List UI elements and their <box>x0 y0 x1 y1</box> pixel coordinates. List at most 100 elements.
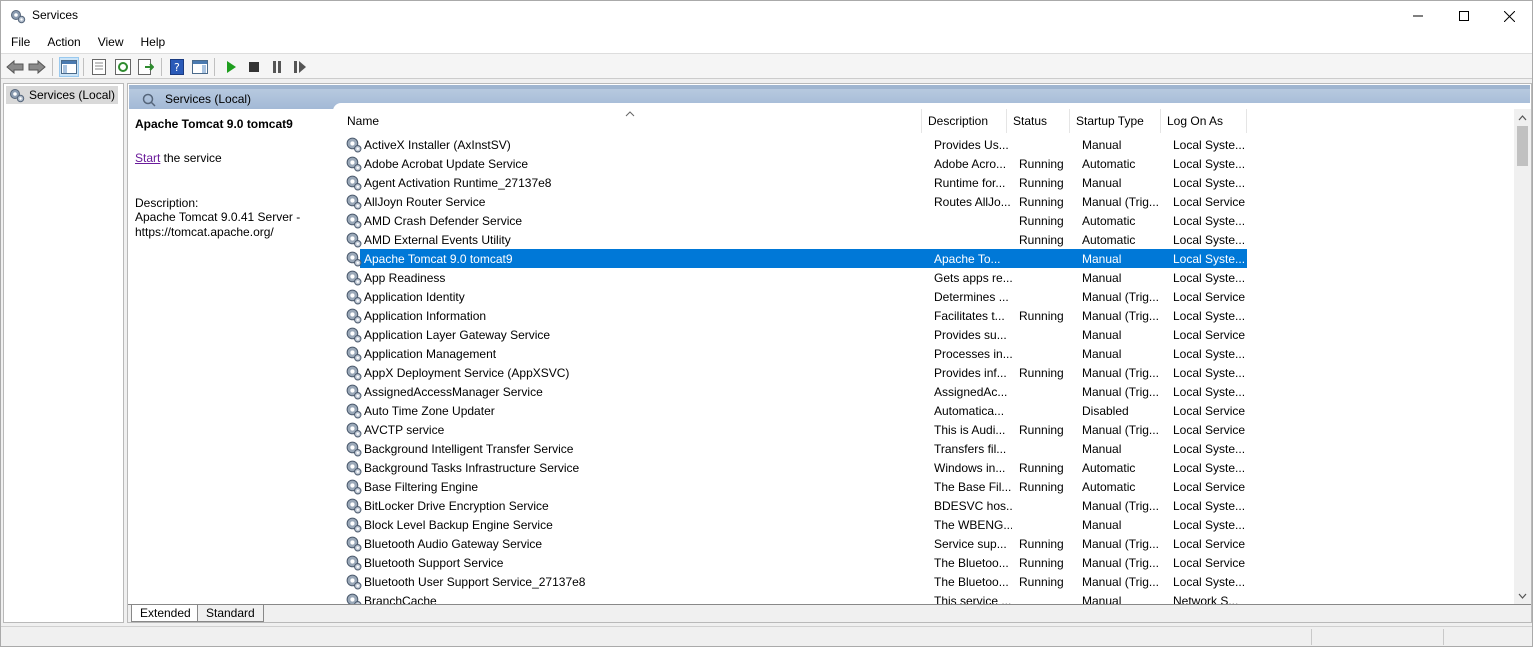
service-gear-icon <box>346 498 362 514</box>
table-row[interactable]: Block Level Backup Engine Service The WBE… <box>340 515 1515 534</box>
service-description: Automatica... <box>934 404 1005 418</box>
minimize-icon <box>1413 15 1423 17</box>
service-startup-type: Disabled <box>1082 404 1129 418</box>
forward-button[interactable] <box>27 57 47 77</box>
refresh-button[interactable] <box>113 57 133 77</box>
column-header-log-on-as[interactable]: Log On As <box>1161 109 1247 133</box>
column-header-startup-type[interactable]: Startup Type <box>1070 109 1161 133</box>
title-bar: Services <box>1 1 1532 31</box>
search-gear-icon <box>142 93 156 107</box>
service-startup-type: Automatic <box>1082 157 1136 171</box>
table-row[interactable]: Bluetooth Support Service The Bluetoo... R… <box>340 553 1515 572</box>
vertical-scrollbar[interactable] <box>1514 109 1531 604</box>
table-row[interactable]: Adobe Acrobat Update Service Adobe Acro..… <box>340 154 1515 173</box>
table-row[interactable]: BitLocker Drive Encryption Service BDESVC… <box>340 496 1515 515</box>
scrollbar-thumb[interactable] <box>1517 126 1528 166</box>
service-gear-icon <box>346 574 362 590</box>
minimize-button[interactable] <box>1395 1 1441 31</box>
properties-button[interactable] <box>89 57 109 77</box>
column-header-description[interactable]: Description <box>922 109 1007 133</box>
service-name: AssignedAccessManager Service <box>364 385 543 399</box>
service-name: Application Identity <box>364 290 465 304</box>
service-description: Transfers fil... <box>934 442 1007 456</box>
service-startup-type: Automatic <box>1082 480 1136 494</box>
service-name: Auto Time Zone Updater <box>364 404 495 418</box>
service-gear-icon <box>346 536 362 552</box>
service-gear-icon <box>346 479 362 495</box>
table-row[interactable]: AMD Crash Defender Service Running Automat… <box>340 211 1515 230</box>
service-description: This is Audi... <box>934 423 1006 437</box>
table-row[interactable]: App Readiness Gets apps re... Manual Local … <box>340 268 1515 287</box>
close-icon <box>1503 10 1515 22</box>
menu-file[interactable]: File <box>1 35 37 49</box>
back-arrow-icon <box>6 60 24 74</box>
service-gear-icon <box>346 441 362 457</box>
maximize-button[interactable] <box>1441 1 1487 31</box>
column-header-name[interactable]: Name <box>340 109 922 133</box>
table-row[interactable]: Background Intelligent Transfer Service T… <box>340 439 1515 458</box>
table-row-selected[interactable]: Apache Tomcat 9.0 tomcat9 Apache To... Man… <box>340 249 1515 268</box>
service-name: Application Layer Gateway Service <box>364 328 551 342</box>
service-description: Apache To... <box>934 252 1001 266</box>
table-row[interactable]: Application Layer Gateway Service Provide… <box>340 325 1515 344</box>
service-startup-type: Automatic <box>1082 214 1136 228</box>
start-service-suffix: the service <box>160 151 222 165</box>
services-list[interactable]: Name Description Status Startup Type Log… <box>340 109 1515 604</box>
table-row[interactable]: Auto Time Zone Updater Automatica... Disab… <box>340 401 1515 420</box>
back-button[interactable] <box>5 57 25 77</box>
service-startup-type: Manual <box>1082 347 1122 361</box>
table-row[interactable]: Bluetooth Audio Gateway Service Service s… <box>340 534 1515 553</box>
service-gear-icon <box>346 308 362 324</box>
pause-icon <box>273 61 281 73</box>
menu-action[interactable]: Action <box>37 35 87 49</box>
service-status: Running <box>1019 575 1064 589</box>
table-row[interactable]: Application Management Processes in... Man… <box>340 344 1515 363</box>
service-startup-type: Manual (Trig... <box>1082 290 1159 304</box>
close-button[interactable] <box>1486 1 1532 31</box>
table-row[interactable]: AVCTP service This is Audi... Running Manua… <box>340 420 1515 439</box>
help-button[interactable]: ? <box>167 57 187 77</box>
service-status: Running <box>1019 176 1064 190</box>
table-row[interactable]: AMD External Events Utility Running Automa… <box>340 230 1515 249</box>
export-list-button[interactable] <box>136 57 156 77</box>
menu-help[interactable]: Help <box>131 35 173 49</box>
service-status: Running <box>1019 214 1064 228</box>
table-row[interactable]: BranchCache This service ... Manual Network… <box>340 591 1515 604</box>
stop-icon <box>249 62 259 72</box>
tab-extended[interactable]: Extended <box>131 605 200 622</box>
table-row[interactable]: Base Filtering Engine The Base Fil... Runn… <box>340 477 1515 496</box>
table-row[interactable]: Agent Activation Runtime_27137e8 Runtime … <box>340 173 1515 192</box>
table-row[interactable]: Background Tasks Infrastructure Service W… <box>340 458 1515 477</box>
service-gear-icon <box>346 403 362 419</box>
table-row[interactable]: AppX Deployment Service (AppXSVC) Provide… <box>340 363 1515 382</box>
tree-item-services-local[interactable]: Services (Local) <box>6 86 119 104</box>
show-hide-console-tree-button[interactable] <box>59 57 79 77</box>
table-row[interactable]: Application Identity Determines ... Manual… <box>340 287 1515 306</box>
pane-title: Services (Local) <box>165 92 252 106</box>
status-divider <box>1311 629 1312 645</box>
column-header-status[interactable]: Status <box>1007 109 1070 133</box>
service-startup-type: Manual (Trig... <box>1082 423 1159 437</box>
service-startup-type: Manual <box>1082 518 1122 532</box>
pause-service-button[interactable] <box>267 57 287 77</box>
service-log-on-as: Local Syste... <box>1173 214 1246 228</box>
service-status: Running <box>1019 461 1064 475</box>
menu-view[interactable]: View <box>88 35 131 49</box>
table-row[interactable]: Bluetooth User Support Service_27137e8 Th… <box>340 572 1515 591</box>
start-service-button[interactable] <box>221 57 241 77</box>
show-action-pane-button[interactable] <box>190 57 210 77</box>
table-row[interactable]: AssignedAccessManager Service AssignedAc.… <box>340 382 1515 401</box>
service-name: ActiveX Installer (AxInstSV) <box>364 138 511 152</box>
services-window: Services File Action View Help ? Service… <box>0 0 1533 647</box>
table-row[interactable]: ActiveX Installer (AxInstSV) Provides Us.… <box>340 135 1515 154</box>
toolbar-separator <box>161 58 162 76</box>
stop-service-button[interactable] <box>244 57 264 77</box>
service-name: Apache Tomcat 9.0 tomcat9 <box>364 252 513 266</box>
tab-standard[interactable]: Standard <box>197 605 264 622</box>
start-service-link[interactable]: Start <box>135 151 160 165</box>
restart-service-button[interactable] <box>290 57 310 77</box>
table-row[interactable]: Application Information Facilitates t... R… <box>340 306 1515 325</box>
service-name: Agent Activation Runtime_27137e8 <box>364 176 552 190</box>
table-row[interactable]: AllJoyn Router Service Routes AllJo... Run… <box>340 192 1515 211</box>
service-log-on-as: Local Service <box>1173 328 1246 342</box>
